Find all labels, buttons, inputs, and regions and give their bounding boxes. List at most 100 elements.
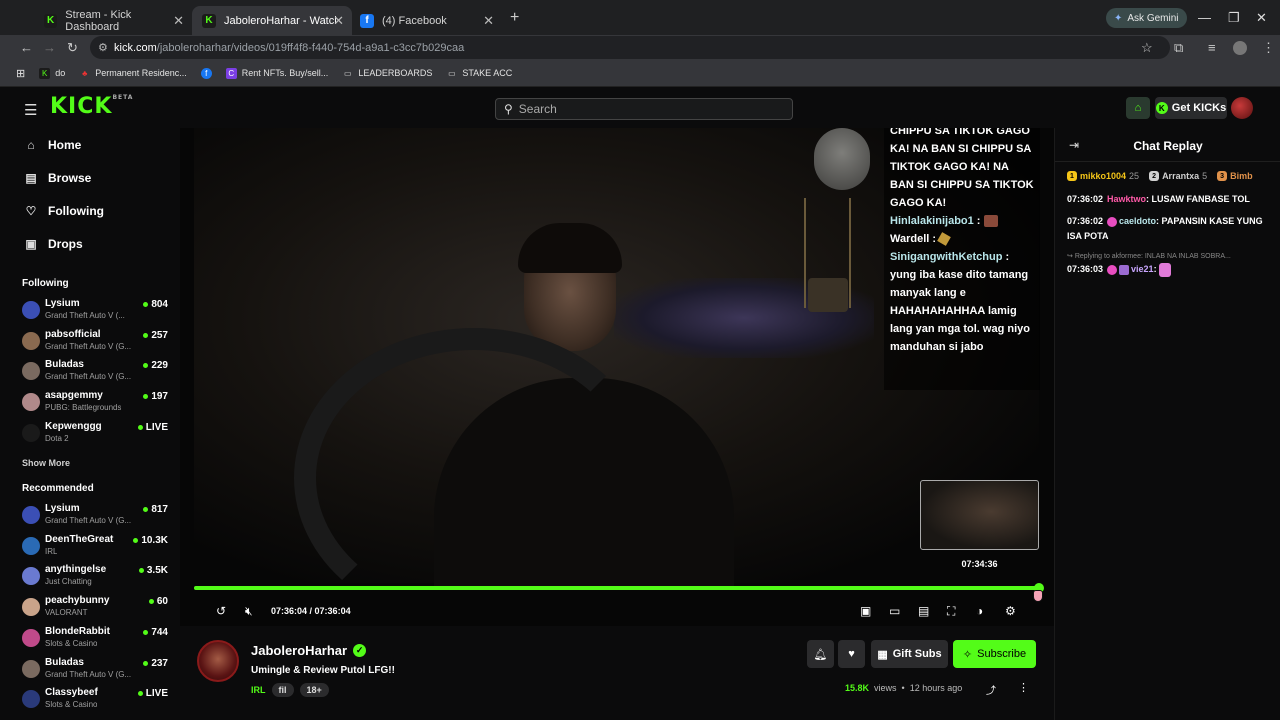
- rewards-icon[interactable]: ⌂: [1126, 97, 1150, 119]
- leaderboard-entry[interactable]: 3 Bimb: [1217, 168, 1256, 184]
- mute-icon[interactable]: 🔇︎: [245, 604, 253, 619]
- tag-chip[interactable]: 18+: [299, 683, 329, 697]
- channel-row[interactable]: Kepwenggg Dota 2 LIVE: [22, 421, 170, 449]
- new-tab-button[interactable]: +: [510, 9, 519, 27]
- chat-username[interactable]: vie21: [1131, 264, 1154, 274]
- sidebar-item-home[interactable]: ⌂ Home: [24, 138, 81, 152]
- chat-title: Chat Replay: [1133, 139, 1203, 153]
- maximize-icon[interactable]: ❐: [1228, 10, 1240, 26]
- channel-row[interactable]: Classybeef Slots & Casino LIVE: [22, 687, 170, 715]
- category-link[interactable]: IRL: [251, 685, 266, 695]
- chat-text: LUSAW FANBASE TOL: [1151, 194, 1250, 204]
- url-field[interactable]: ⚙ kick.com /jaboleroharhar/videos/019ff4…: [90, 36, 1170, 59]
- theater-icon[interactable]: ▭: [889, 604, 900, 618]
- notification-bell-button[interactable]: 🔔︎: [807, 640, 834, 668]
- bookmark-stake-acc[interactable]: ▭ STAKE ACC: [446, 68, 512, 79]
- streamer-name[interactable]: JaboleroHarhar: [251, 643, 347, 658]
- tag-chip[interactable]: fil: [271, 683, 294, 697]
- more-options-icon[interactable]: ⋮: [1018, 681, 1029, 694]
- video-player[interactable]: CHIPPU SA TIKTOK GAGO KA! NA BAN SI CHIP…: [180, 128, 1054, 626]
- profile-avatar[interactable]: [1233, 41, 1247, 55]
- channel-row[interactable]: peachybunny VALORANT 60: [22, 595, 170, 623]
- ask-gemini-button[interactable]: ✦ Ask Gemini: [1106, 8, 1187, 28]
- channel-row[interactable]: BlondeRabbit Slots & Casino 744: [22, 626, 170, 654]
- minimize-icon[interactable]: —: [1198, 10, 1211, 25]
- settings-gear-icon[interactable]: ⚙: [1005, 604, 1016, 618]
- gift-subs-button[interactable]: ▦ Gift Subs: [871, 640, 948, 668]
- channel-avatar: [22, 331, 40, 350]
- person-hair: [518, 223, 622, 273]
- close-tab-icon[interactable]: ✕: [173, 13, 184, 29]
- bookmark-rent-nfts[interactable]: C Rent NFTs. Buy/sell...: [225, 67, 328, 79]
- menu-kebab-icon[interactable]: ⋮: [1262, 40, 1275, 56]
- reload-icon[interactable]: ↻: [67, 40, 78, 56]
- leaderboard-entry[interactable]: 1 mikko1004 25: [1067, 168, 1139, 184]
- overlay-chat-user: Hinlalakinijabo1: [890, 215, 974, 227]
- tab-facebook[interactable]: f (4) Facebook ✕: [350, 6, 502, 35]
- scrub-preview-time: 07:34:36: [961, 559, 998, 569]
- back-icon[interactable]: ←: [20, 40, 33, 55]
- folder-icon: ▭: [344, 68, 352, 78]
- kick-logo[interactable]: KICKBETA: [50, 94, 133, 119]
- progress-bar[interactable]: [194, 583, 1044, 593]
- leaderboard-entry[interactable]: 2 Arrantxa 5: [1149, 168, 1207, 184]
- bookmark-permanent-residence[interactable]: ♣ Permanent Residenc...: [79, 68, 187, 79]
- share-icon[interactable]: ⤴: [986, 682, 996, 697]
- search-input[interactable]: ⚲ Search: [495, 98, 793, 120]
- close-tab-icon[interactable]: ✕: [333, 13, 344, 29]
- forward-icon[interactable]: →: [43, 40, 56, 55]
- channel-row[interactable]: pabsofficial Grand Theft Auto V (G... 257: [22, 329, 170, 357]
- channel-avatar: [22, 659, 40, 678]
- steering-wheel: [294, 328, 654, 626]
- miniplayer-icon[interactable]: ▣: [860, 604, 871, 618]
- fullscreen-icon[interactable]: ⛶: [947, 604, 955, 619]
- tab-label: JaboleroHarhar - Watch the VO: [224, 14, 336, 27]
- live-dot-icon: [137, 691, 143, 697]
- apps-grid-icon[interactable]: ⊞: [16, 67, 25, 80]
- channel-row[interactable]: Lysium Grand Theft Auto V (... 804: [22, 298, 170, 326]
- media-icon[interactable]: ≡: [1208, 40, 1216, 55]
- live-dot-icon: [143, 363, 149, 369]
- channel-avatar: [22, 362, 40, 381]
- chat-header: ⇥ Chat Replay: [1055, 128, 1280, 162]
- streamer-avatar[interactable]: [197, 640, 239, 682]
- cast-icon[interactable]: ▤: [918, 604, 929, 618]
- overlay-chat-user: SinigangwithKetchup: [890, 251, 1003, 263]
- channel-row[interactable]: anythingelse Just Chatting 3.5K: [22, 564, 170, 592]
- bookmark-leaderboards[interactable]: ▭ LEADERBOARDS: [342, 68, 432, 79]
- site-info-icon[interactable]: ⚙: [98, 41, 108, 54]
- tab-jaboleroharhar[interactable]: K JaboleroHarhar - Watch the VO ✕: [192, 6, 352, 35]
- chat-username[interactable]: Hawktwo: [1107, 194, 1146, 204]
- sidebar-item-drops[interactable]: ▣ Drops: [24, 237, 82, 251]
- get-kicks-button[interactable]: K Get KICKs: [1155, 97, 1227, 119]
- sidebar-item-following[interactable]: ♡ Following: [24, 204, 104, 218]
- show-more-button[interactable]: Show More: [22, 458, 70, 468]
- channel-row[interactable]: asapgemmy PUBG: Battlegrounds 197: [22, 390, 170, 418]
- bookmark-do[interactable]: Kdo: [39, 67, 65, 79]
- chat-username[interactable]: caeldoto: [1119, 216, 1156, 226]
- subscribe-button[interactable]: ✧ Subscribe: [953, 640, 1036, 668]
- tab-label: (4) Facebook: [382, 14, 447, 27]
- tab-kick-dashboard[interactable]: K Stream - Kick Dashboard ✕: [34, 6, 192, 35]
- channel-row[interactable]: DeenTheGreat IRL 10.3K: [22, 534, 170, 562]
- follow-heart-button[interactable]: ♥: [838, 640, 865, 668]
- sidebar-item-browse[interactable]: ▤ Browse: [24, 171, 91, 185]
- reply-arrow-icon: ↪: [1067, 253, 1073, 260]
- channel-row[interactable]: Buladas Grand Theft Auto V (G... 237: [22, 657, 170, 685]
- close-tab-icon[interactable]: ✕: [483, 13, 494, 29]
- overlay-chat-line: Hinlalakinijabo1 :: [890, 212, 1034, 230]
- user-avatar[interactable]: [1231, 97, 1253, 119]
- close-window-icon[interactable]: ✕: [1256, 10, 1267, 26]
- channel-row[interactable]: Buladas Grand Theft Auto V (G... 229: [22, 359, 170, 387]
- bookmark-star-icon[interactable]: ☆: [1141, 40, 1153, 56]
- leader-name: Arrantxa: [1162, 171, 1200, 181]
- extensions-icon[interactable]: ⧉: [1174, 40, 1183, 56]
- viewer-count: 229: [143, 360, 168, 371]
- bookmark-facebook[interactable]: f: [200, 67, 212, 79]
- replay-icon[interactable]: ↺: [216, 604, 226, 618]
- speed-icon[interactable]: ◑: [976, 604, 983, 618]
- channel-row[interactable]: Lysium Grand Theft Auto V (G... 817: [22, 503, 170, 531]
- separator: •: [901, 683, 905, 693]
- hamburger-menu-icon[interactable]: ☰: [24, 101, 37, 119]
- chat-timestamp: 07:36:02: [1067, 194, 1104, 204]
